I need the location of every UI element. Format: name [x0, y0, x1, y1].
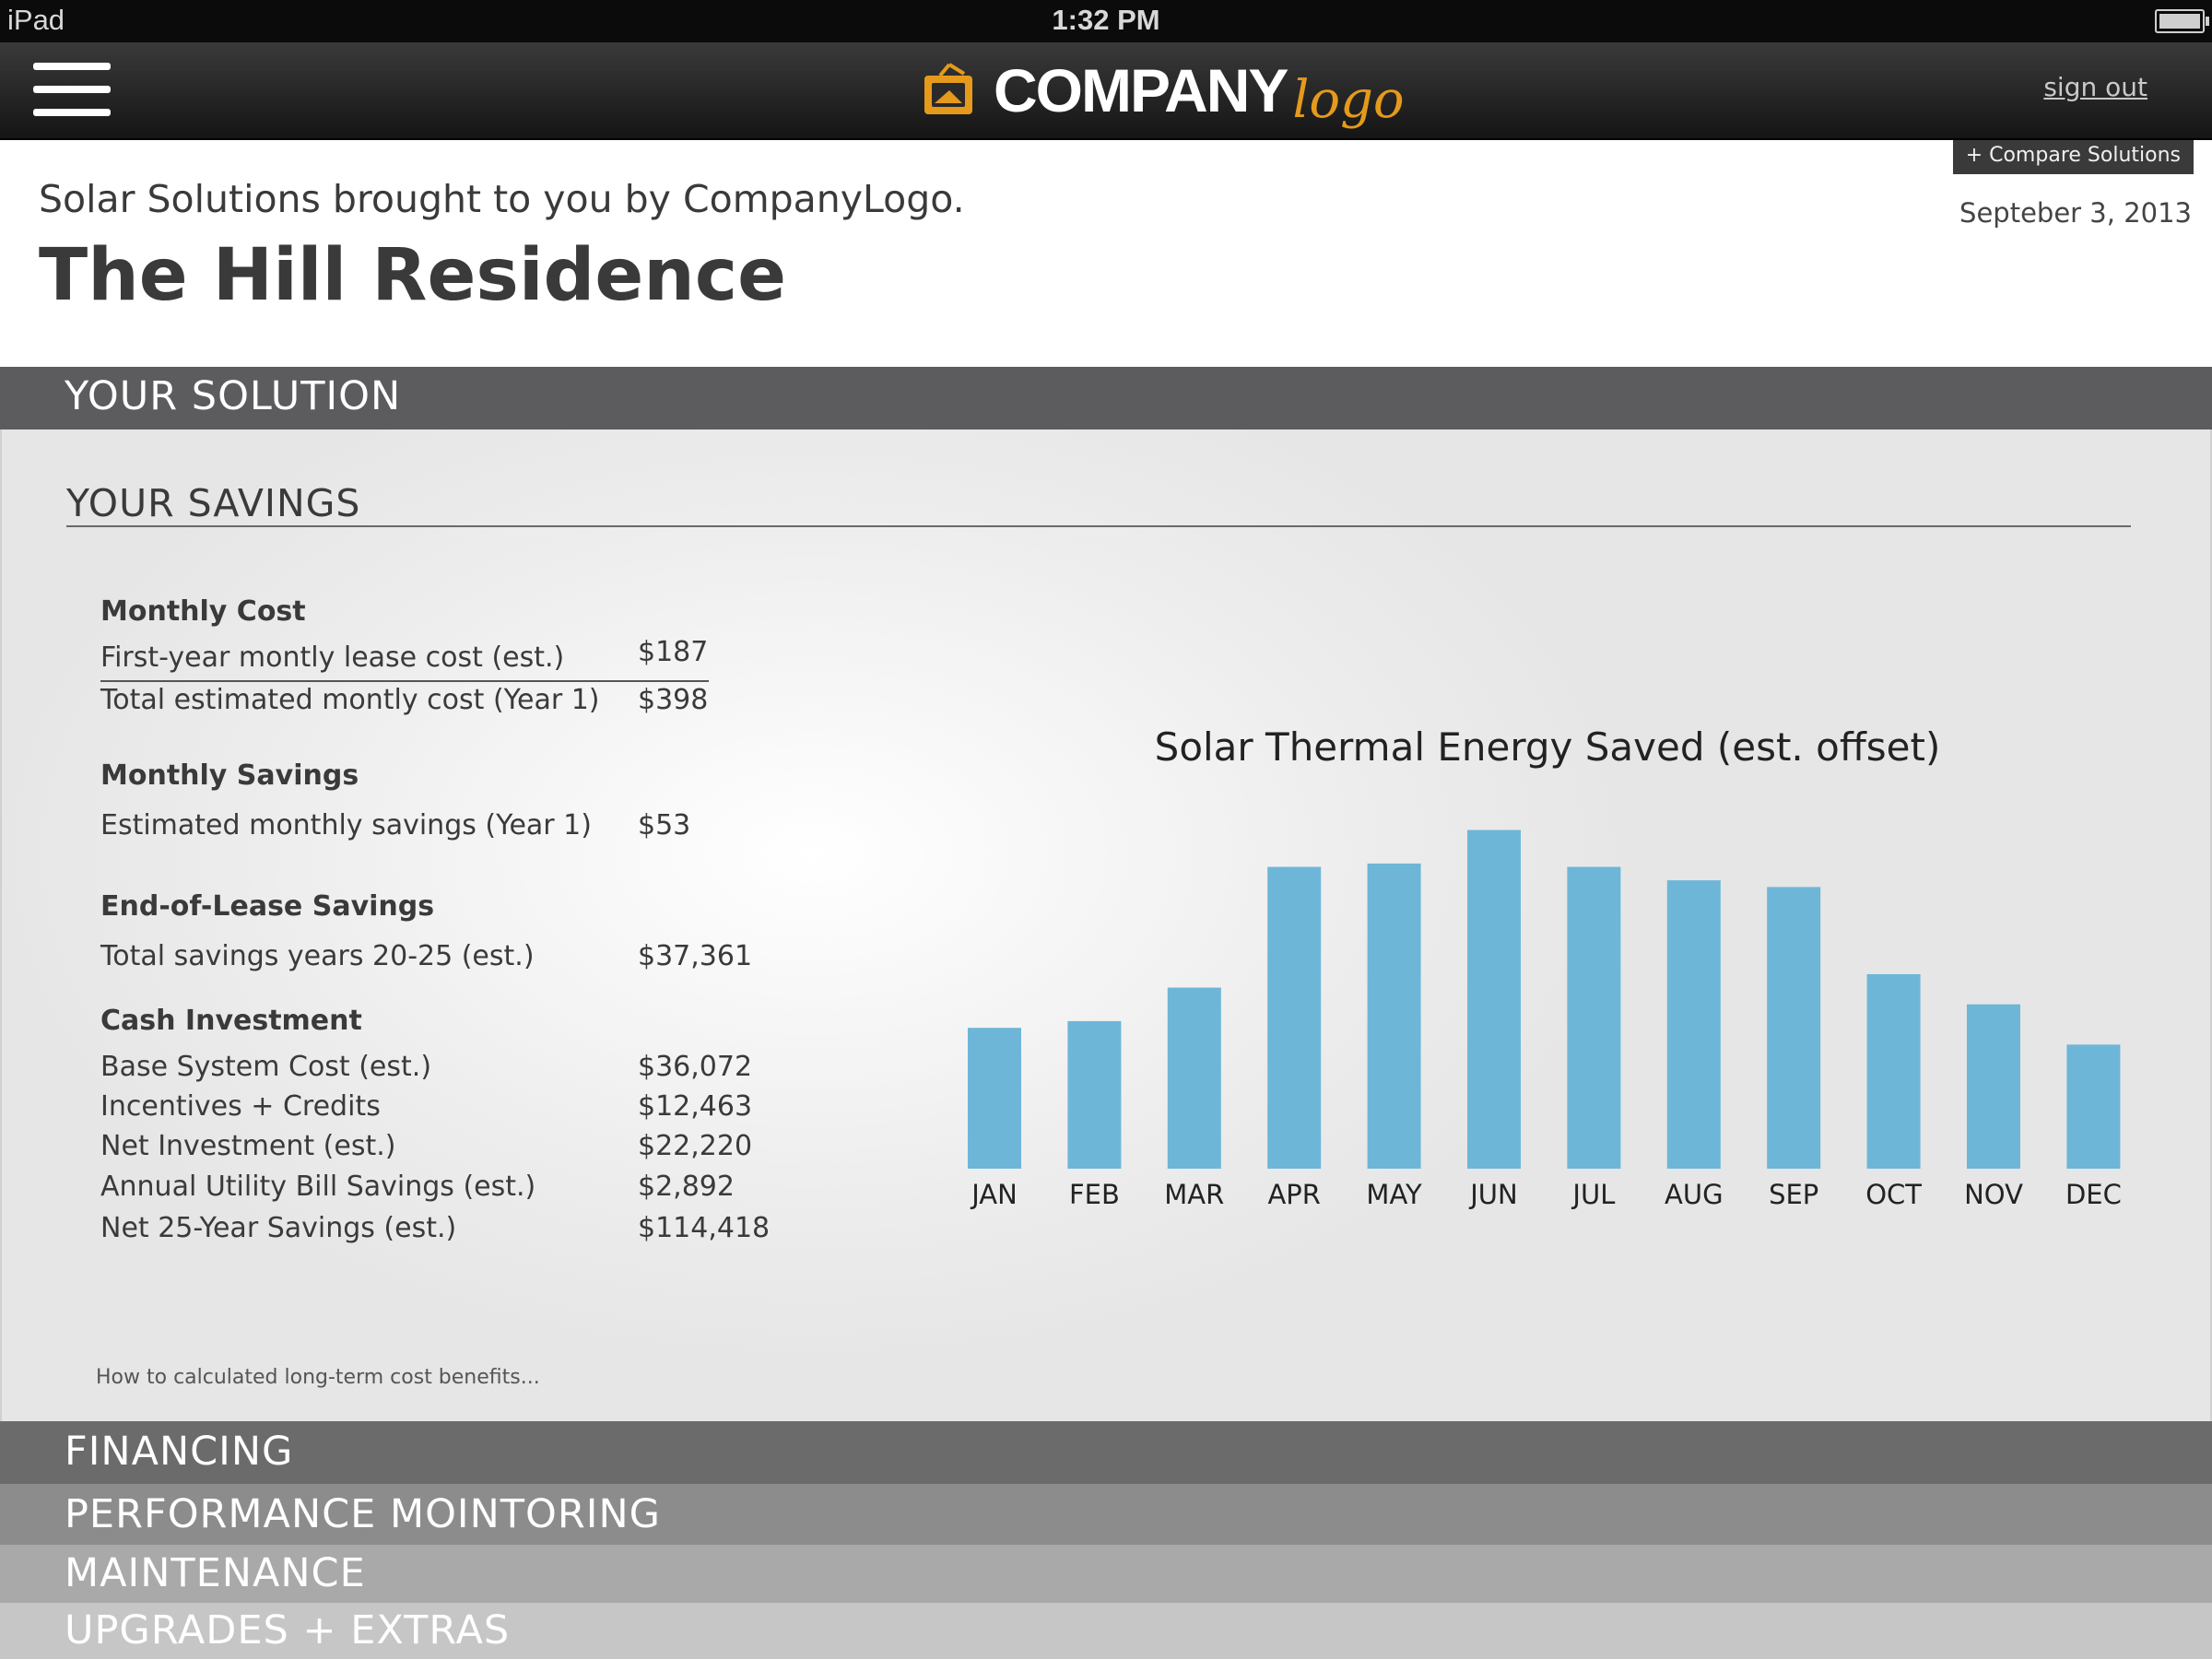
- list-item: Base System Cost (est.) $36,072: [100, 1051, 752, 1088]
- group-title-monthly-cost: Monthly Cost: [100, 595, 306, 628]
- x-tick-label: FEB: [1069, 1179, 1120, 1210]
- row-value: $114,418: [638, 1212, 771, 1244]
- savings-panel: YOUR SAVINGS Monthly Cost First-year mon…: [0, 429, 2212, 1421]
- x-tick-label: AUG: [1665, 1179, 1724, 1210]
- row-value: $2,892: [638, 1171, 735, 1203]
- energy-saved-chart: Solar Thermal Energy Saved (est. offset)…: [942, 724, 2168, 1370]
- row-value: $12,463: [638, 1090, 753, 1123]
- chart-bar-sep: [1767, 887, 1821, 1169]
- row-value: $37,361: [638, 940, 753, 972]
- battery-icon: [2155, 9, 2209, 33]
- row-label: Total estimated montly cost (Year 1): [100, 684, 600, 716]
- chart-plot: JAN FEB MAR APR MAY JUN JUL AUG SEP OCT NOV DEC: [968, 830, 2122, 1210]
- chart-bar-apr: [1267, 866, 1322, 1169]
- list-item: Incentives + Credits $12,463: [100, 1090, 752, 1127]
- chart-bar-feb: [1067, 1020, 1122, 1169]
- chart-bar-aug: [1666, 880, 1721, 1169]
- sign-out-link[interactable]: sign out: [2043, 72, 2147, 102]
- row-value: $398: [638, 684, 709, 716]
- x-tick-label: DEC: [2065, 1179, 2122, 1210]
- x-tick-label: SEP: [1769, 1179, 1818, 1210]
- nav-bar: COMPANY logo sign out: [0, 42, 2212, 140]
- cost-benefits-link[interactable]: How to calculated long-term cost benefit…: [96, 1366, 540, 1389]
- row-label: Incentives + Credits: [100, 1090, 381, 1123]
- page-header: + Compare Solutions Solar Solutions brou…: [0, 140, 2212, 367]
- row-label: Base System Cost (est.): [100, 1051, 432, 1083]
- row-value: $187: [638, 636, 709, 668]
- list-item: Estimated monthly savings (Year 1) $53: [100, 809, 746, 846]
- list-item: First-year montly lease cost (est.) $187: [100, 636, 709, 682]
- report-date: Septeber 3, 2013: [1959, 197, 2192, 229]
- status-bar: iPad 1:32 PM: [0, 0, 2212, 42]
- status-time: 1:32 PM: [1052, 4, 1160, 36]
- chart-bar-jun: [1467, 830, 1521, 1169]
- logo-company-text: COMPANY: [994, 56, 1288, 124]
- chart-bar-oct: [1866, 973, 1921, 1169]
- list-item: Total savings years 20-25 (est.) $37,361: [100, 940, 752, 977]
- list-item: Annual Utility Bill Savings (est.) $2,89…: [100, 1171, 746, 1207]
- tv-logo-icon: [924, 63, 972, 114]
- chart-bar-dec: [2066, 1044, 2121, 1169]
- group-title-cash-investment: Cash Investment: [100, 1005, 362, 1037]
- x-tick-label: JUN: [1468, 1179, 1517, 1210]
- x-tick-label: JAN: [970, 1179, 1018, 1210]
- page-tagline: Solar Solutions brought to you by Compan…: [39, 177, 965, 221]
- x-tick-label: NOV: [1964, 1179, 2023, 1210]
- x-tick-label: JUL: [1571, 1179, 1615, 1210]
- list-item: Net Investment (est.) $22,220: [100, 1130, 752, 1167]
- row-label: Net Investment (est.): [100, 1130, 396, 1162]
- chart-bar-nov: [1967, 1004, 2020, 1169]
- row-label: Total savings years 20-25 (est.): [100, 940, 535, 972]
- group-title-monthly-savings: Monthly Savings: [100, 759, 359, 792]
- row-label: Annual Utility Bill Savings (est.): [100, 1171, 536, 1203]
- list-item: Net 25-Year Savings (est.) $114,418: [100, 1212, 770, 1249]
- chart-bar-mar: [1167, 987, 1221, 1169]
- row-value: $22,220: [638, 1130, 753, 1162]
- x-tick-label: MAR: [1164, 1179, 1224, 1210]
- row-label: Net 25-Year Savings (est.): [100, 1212, 457, 1244]
- compare-solutions-button[interactable]: + Compare Solutions: [1952, 140, 2194, 174]
- x-tick-label: OCT: [1865, 1179, 1922, 1210]
- section-your-solution[interactable]: YOUR SOLUTION: [0, 367, 2212, 429]
- savings-title: YOUR SAVINGS: [66, 481, 361, 525]
- row-value: $53: [638, 809, 691, 841]
- x-tick-label: MAY: [1366, 1179, 1422, 1210]
- section-maintenance[interactable]: MAINTENANCE: [0, 1545, 2212, 1603]
- list-item: Total estimated montly cost (Year 1) $39…: [100, 684, 746, 721]
- row-label: First-year montly lease cost (est.): [100, 641, 565, 674]
- divider: [66, 525, 2131, 527]
- section-performance-monitoring[interactable]: PERFORMANCE MOINTORING: [0, 1484, 2212, 1545]
- company-logo: COMPANY logo: [922, 42, 1405, 138]
- menu-icon[interactable]: [33, 63, 111, 116]
- chart-bar-may: [1367, 863, 1421, 1169]
- chart-bar-jan: [968, 1028, 1021, 1169]
- row-label: Estimated monthly savings (Year 1): [100, 809, 592, 841]
- section-upgrades-extras[interactable]: UPGRADES + EXTRAS: [0, 1603, 2212, 1659]
- x-tick-label: APR: [1267, 1179, 1320, 1210]
- row-value: $36,072: [638, 1051, 753, 1083]
- logo-script-text: logo: [1292, 69, 1405, 130]
- section-financing[interactable]: FINANCING: [0, 1421, 2212, 1484]
- page-title: The Hill Residence: [39, 234, 786, 317]
- chart-bar-jul: [1567, 866, 1621, 1169]
- group-title-end-of-lease: End-of-Lease Savings: [100, 890, 435, 923]
